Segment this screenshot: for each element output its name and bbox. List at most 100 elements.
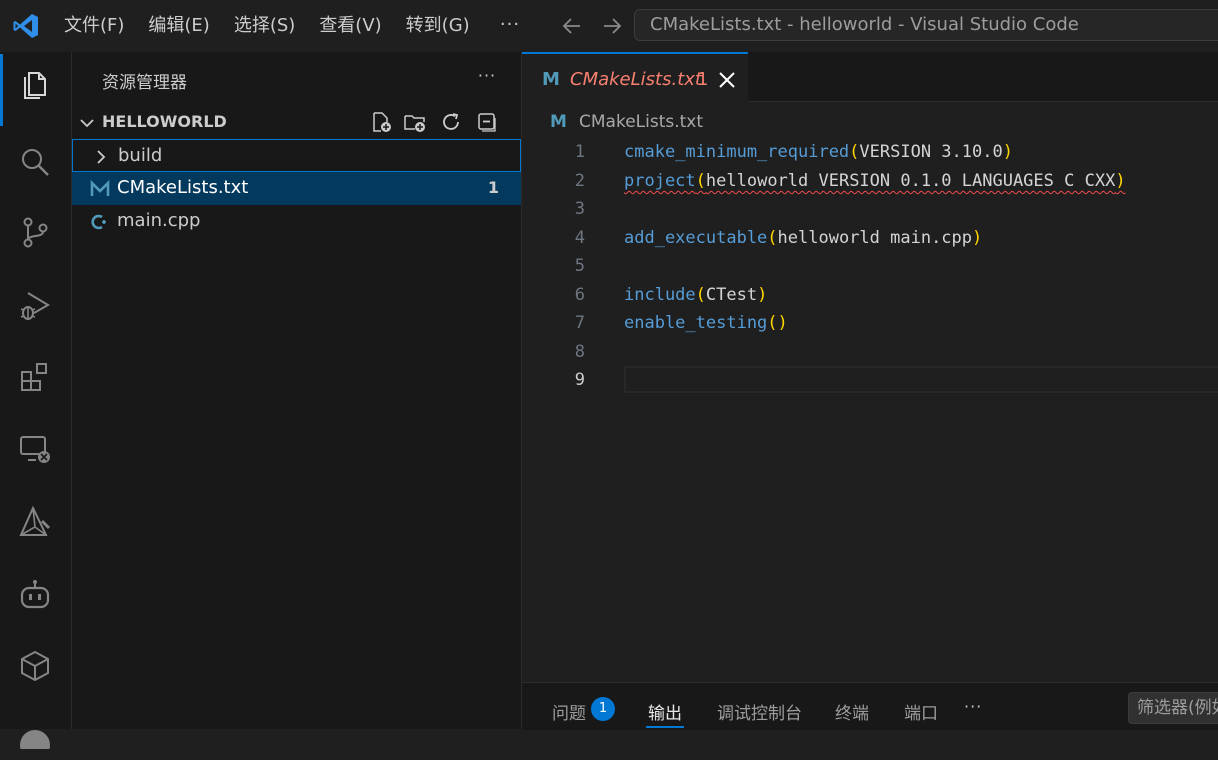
close-paren: ) [972, 228, 983, 248]
refresh-icon[interactable] [439, 110, 463, 134]
line-number: 5 [574, 256, 585, 276]
tree-item-build[interactable]: build [72, 139, 521, 172]
tree-item-label: build [118, 145, 163, 166]
open-paren: ( [767, 313, 778, 333]
code-line[interactable]: 2 project(helloworld VERSION 0.1.0 LANGU… [522, 167, 1218, 195]
close-paren: ) [757, 285, 768, 305]
tab-problems[interactable]: 问题 [552, 699, 586, 724]
code-line[interactable]: 1 cmake_minimum_required(VERSION 3.10.0) [522, 138, 1218, 166]
command-name: project [624, 171, 696, 191]
open-paren: ( [695, 171, 706, 191]
line-source: cmake_minimum_required(VERSION 3.10.0) [624, 142, 1013, 162]
search-icon[interactable] [0, 130, 71, 190]
filter-input[interactable] [1129, 693, 1218, 723]
tab-cmakelists[interactable]: M CMakeLists.txt 1 [522, 52, 748, 102]
new-folder-icon[interactable] [403, 110, 427, 134]
back-arrow-icon[interactable] [560, 14, 584, 38]
close-paren: ) [1115, 171, 1126, 191]
copilot-icon[interactable] [0, 562, 71, 622]
chevron-right-icon [91, 147, 111, 167]
menu-more-button[interactable]: ··· [496, 12, 524, 40]
active-tab-indicator [646, 726, 684, 728]
folder-name: HELLOWORLD [102, 112, 227, 131]
line-number: 1 [574, 142, 585, 162]
close-paren: ) [777, 313, 788, 333]
command-center-search[interactable]: CMakeLists.txt - helloworld - Visual Stu… [634, 9, 1218, 41]
panel-more-button[interactable]: ··· [964, 697, 982, 716]
bottom-panel: 问题 1 输出 调试控制台 终端 端口 ··· [522, 682, 1218, 730]
open-paren: ( [849, 142, 860, 162]
command-name: enable_testing [624, 313, 768, 333]
code-line[interactable]: 5 [522, 252, 1218, 280]
run-debug-icon[interactable] [0, 274, 71, 334]
tab-label: CMakeLists.txt [570, 69, 702, 90]
chevron-down-icon [78, 114, 96, 132]
output-filter[interactable] [1128, 692, 1218, 724]
collapse-all-icon[interactable] [475, 110, 499, 134]
tab-ports[interactable]: 端口 [904, 699, 938, 724]
tab-terminal[interactable]: 终端 [835, 699, 869, 724]
tab-problem-badge: 1 [697, 69, 709, 90]
extensions-icon[interactable] [0, 345, 71, 405]
menu-file[interactable]: 文件(F) [52, 0, 136, 52]
package-icon[interactable] [0, 634, 71, 694]
new-file-icon[interactable] [369, 110, 393, 134]
cpp-file-icon [90, 212, 110, 232]
sidebar-more-button[interactable]: ··· [472, 62, 502, 92]
code-line[interactable]: 4 add_executable(helloworld main.cpp) [522, 224, 1218, 252]
command-name: cmake_minimum_required [624, 142, 850, 162]
current-line-highlight [624, 366, 1218, 393]
close-icon[interactable] [716, 69, 738, 91]
folder-header[interactable]: HELLOWORLD [72, 108, 521, 136]
problem-count-badge: 1 [487, 178, 499, 197]
command-args: helloworld main.cpp [777, 228, 973, 248]
line-source: enable_testing() [624, 313, 788, 333]
source-control-icon[interactable] [0, 200, 71, 260]
cmake-icon[interactable] [0, 490, 71, 550]
code-line[interactable]: 7 enable_testing() [522, 309, 1218, 337]
cmake-file-icon: M [542, 69, 560, 90]
sidebar-title: 资源管理器 [102, 73, 187, 93]
explorer-sidebar: 资源管理器 ··· HELLOWORLD build CMakeLists.tx… [72, 52, 522, 729]
menu-view[interactable]: 查看(V) [307, 0, 393, 52]
tree-item-main-cpp[interactable]: main.cpp [72, 205, 521, 238]
line-number: 4 [574, 228, 585, 248]
line-number: 8 [574, 342, 585, 362]
title-bar: 文件(F) 编辑(E) 选择(S) 查看(V) 转到(G) ··· CMakeL… [0, 0, 1218, 52]
close-paren: ) [1002, 142, 1013, 162]
cmake-file-icon: M [550, 112, 567, 132]
line-source: add_executable(helloworld main.cpp) [624, 228, 982, 248]
menu-bar: 文件(F) 编辑(E) 选择(S) 查看(V) 转到(G) [52, 0, 482, 52]
menu-go[interactable]: 转到(G) [394, 0, 482, 52]
menu-selection[interactable]: 选择(S) [222, 0, 307, 52]
tab-debug-console[interactable]: 调试控制台 [717, 699, 802, 724]
code-line[interactable]: 3 [522, 195, 1218, 223]
open-paren: ( [767, 228, 778, 248]
open-paren: ( [695, 285, 706, 305]
problems-count-badge: 1 [591, 697, 615, 721]
explorer-icon[interactable] [0, 52, 71, 126]
accounts-icon[interactable] [0, 700, 71, 760]
vscode-logo-icon [11, 11, 41, 41]
command-args: CTest [705, 285, 758, 305]
code-line-current[interactable]: 9 [522, 366, 1218, 394]
line-source-error: project(helloworld VERSION 0.1.0 LANGUAG… [624, 171, 1126, 191]
code-line[interactable]: 8 [522, 338, 1218, 366]
command-args: VERSION 3.10.0 [859, 142, 1003, 162]
menu-edit[interactable]: 编辑(E) [136, 0, 221, 52]
forward-arrow-icon[interactable] [600, 14, 624, 38]
tree-item-label: CMakeLists.txt [117, 177, 249, 198]
tree-item-cmakelists[interactable]: CMakeLists.txt 1 [72, 172, 521, 205]
activity-bar [0, 52, 72, 749]
command-name: add_executable [624, 228, 768, 248]
remote-explorer-icon[interactable] [0, 417, 71, 477]
line-number: 9 [574, 370, 585, 390]
editor-tab-strip: M CMakeLists.txt 1 [522, 52, 1218, 102]
editor-area: M CMakeLists.txt 1 M CMakeLists.txt 1 cm… [522, 52, 1218, 682]
tree-item-label: main.cpp [117, 210, 201, 231]
line-number: 6 [574, 285, 585, 305]
code-line[interactable]: 6 include(CTest) [522, 281, 1218, 309]
breadcrumb-file[interactable]: CMakeLists.txt [579, 112, 703, 132]
tab-output[interactable]: 输出 [648, 699, 682, 724]
command-args: helloworld VERSION 0.1.0 LANGUAGES C CXX [705, 171, 1116, 191]
